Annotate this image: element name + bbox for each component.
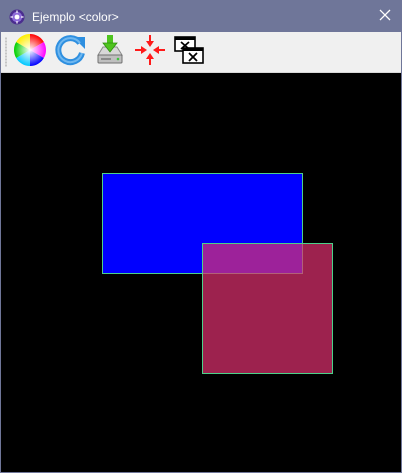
save-download-icon <box>93 33 127 72</box>
translucent-red-square[interactable] <box>202 243 333 374</box>
refresh-button[interactable] <box>54 33 88 72</box>
clear-button[interactable] <box>172 35 206 69</box>
close-icon <box>379 8 391 26</box>
close-button[interactable] <box>369 1 401 32</box>
app-window: Ejemplo <color> <box>0 0 402 473</box>
arrows-inward-icon <box>133 33 167 72</box>
toolbar <box>1 32 401 73</box>
close-windows-icon <box>172 33 206 72</box>
window-title: Ejemplo <color> <box>32 10 119 24</box>
color-wheel-button[interactable] <box>13 33 47 72</box>
drawing-canvas[interactable] <box>1 73 401 472</box>
refresh-icon <box>54 33 88 72</box>
save-button[interactable] <box>93 33 127 72</box>
toolbar-grip[interactable] <box>5 37 7 67</box>
gear-icon <box>9 9 25 25</box>
center-button[interactable] <box>133 33 167 72</box>
title-bar[interactable]: Ejemplo <color> <box>1 1 401 32</box>
color-wheel-icon <box>13 33 47 72</box>
